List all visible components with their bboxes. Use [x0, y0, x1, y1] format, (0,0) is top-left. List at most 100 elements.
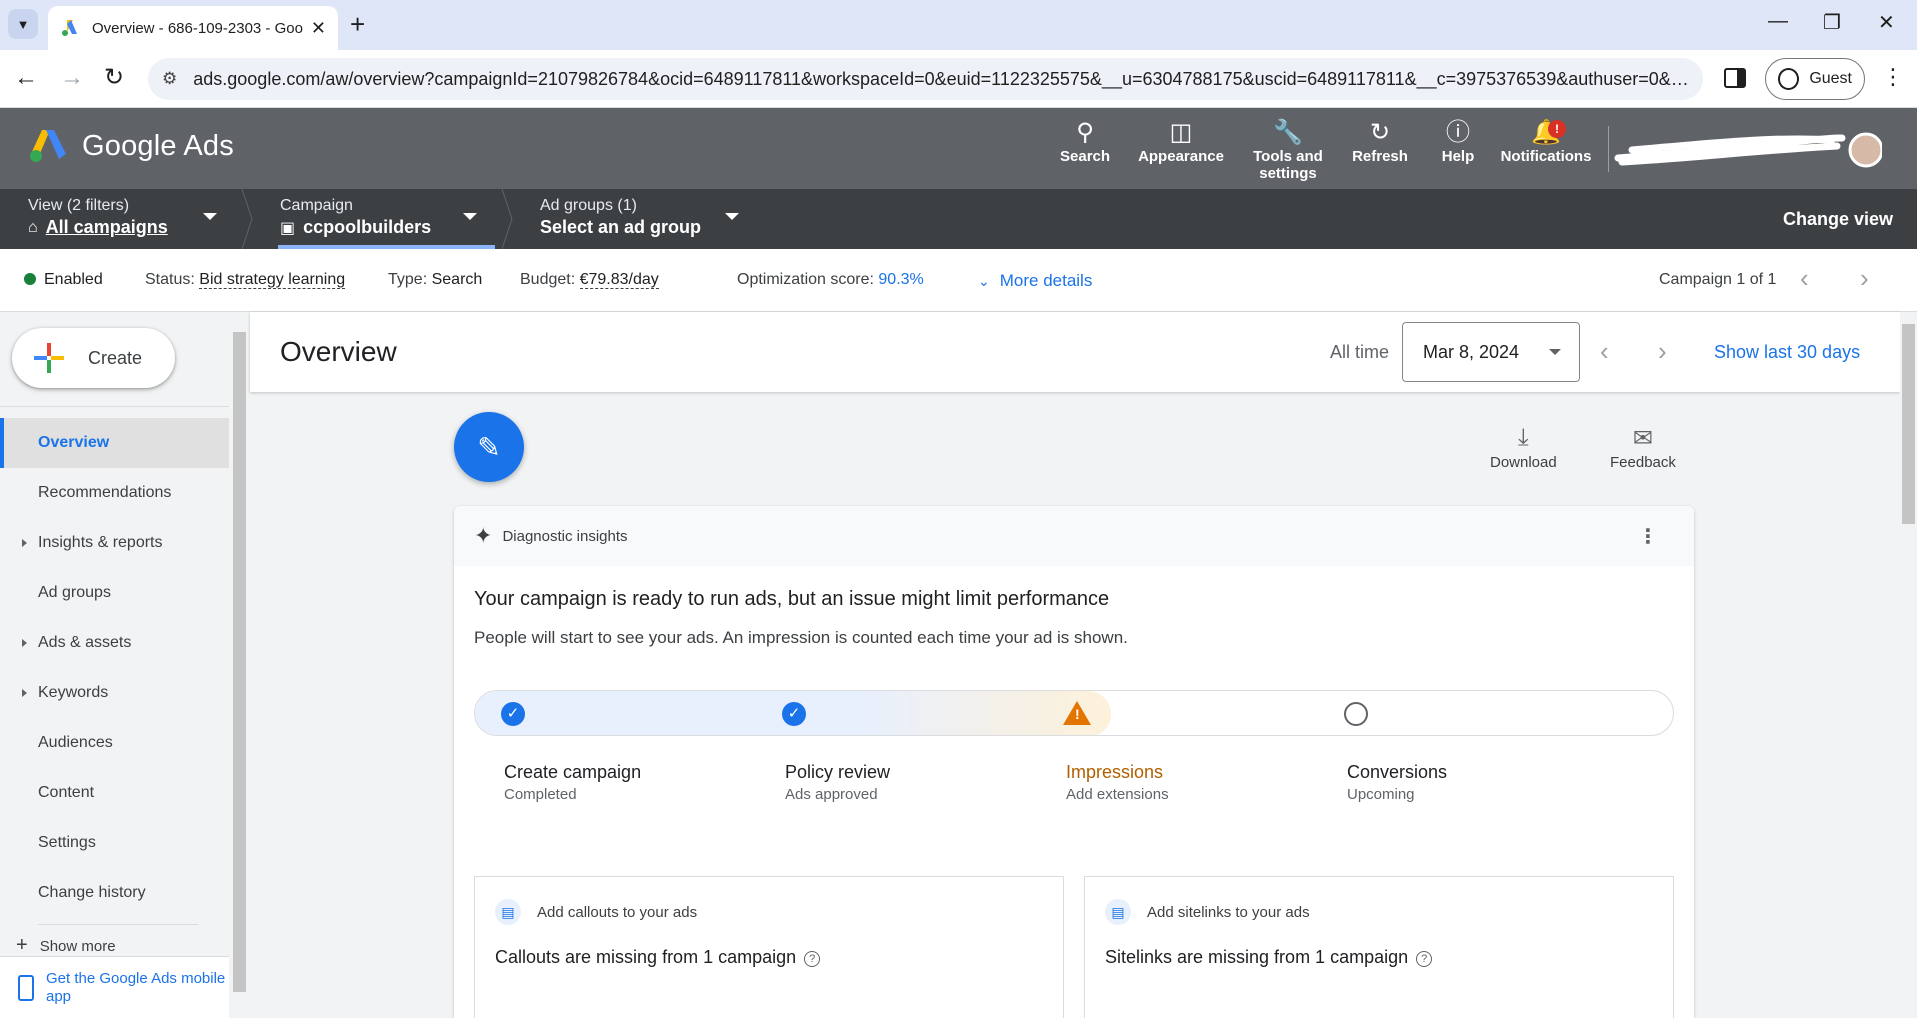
help-icon: ⓘ — [1446, 119, 1470, 146]
home-icon: ⌂ — [28, 218, 38, 236]
tab-title: Overview - 686-109-2303 - Goo — [92, 19, 303, 37]
step-impressions[interactable]: Impressions Add extensions — [1066, 762, 1169, 803]
budget: Budget: €79.83/day — [520, 271, 659, 289]
campaign-filter[interactable]: Campaign ▣ ccpoolbuilders — [280, 197, 431, 238]
next-campaign-icon[interactable]: › — [1860, 263, 1869, 294]
sidebar-item-insights-reports[interactable]: Insights & reports — [0, 518, 229, 568]
sidebar-item-change-history[interactable]: Change history — [0, 868, 229, 918]
sidebar-item-ads-assets[interactable]: Ads & assets — [0, 618, 229, 668]
address-bar-row: ← → ↻ ⚙ ads.google.com/aw/overview?campa… — [0, 50, 1917, 108]
profile-button[interactable]: Guest — [1765, 58, 1865, 100]
sidebar-item-content[interactable]: Content — [0, 768, 229, 818]
side-panel-icon[interactable] — [1724, 68, 1746, 88]
back-icon[interactable]: ← — [14, 64, 38, 92]
new-tab-icon[interactable]: + — [350, 11, 365, 37]
adgroup-dropdown-icon[interactable] — [725, 213, 739, 220]
upcoming-circle-icon — [1344, 702, 1368, 726]
chevron-down-icon: ⌄ — [978, 273, 990, 289]
profile-icon — [1778, 68, 1800, 90]
sidebar-divider — [0, 406, 229, 407]
forward-icon[interactable]: → — [60, 64, 84, 92]
step-policy-review[interactable]: Policy review Ads approved — [785, 762, 890, 803]
tab-search-button[interactable]: ▼ — [8, 9, 38, 39]
site-info-icon[interactable]: ⚙ — [162, 69, 177, 89]
enabled-dot-icon — [24, 273, 36, 285]
url-text: ads.google.com/aw/overview?campaignId=21… — [193, 68, 1689, 89]
reload-icon[interactable]: ↻ — [104, 64, 124, 92]
close-tab-icon[interactable]: ✕ — [311, 18, 326, 39]
prev-period-icon[interactable]: ‹ — [1600, 336, 1609, 367]
optimization-score-value[interactable]: 90.3% — [878, 271, 923, 288]
help-icon[interactable]: ? — [1416, 951, 1433, 967]
sidebar-item-keywords[interactable]: Keywords — [0, 668, 229, 718]
date-range-selector[interactable]: Mar 8, 2024 — [1402, 322, 1580, 382]
sitelinks-card[interactable]: ▤ Add sitelinks to your ads Sitelinks ar… — [1084, 876, 1674, 1018]
sidebar-item-audiences[interactable]: Audiences — [0, 718, 229, 768]
campaign-type: Type: Search — [388, 271, 483, 288]
restore-icon[interactable]: ❐ — [1823, 10, 1841, 35]
extension-icon: ▤ — [495, 899, 521, 925]
browser-menu-icon[interactable]: ⋮ — [1882, 64, 1904, 90]
sidebar-item-overview[interactable]: Overview — [0, 418, 229, 468]
campaign-status-bar: Enabled Status: Bid strategy learning Ty… — [0, 249, 1917, 312]
header-appearance-button[interactable]: ◫ Appearance — [1136, 118, 1226, 165]
view-dropdown-icon[interactable] — [203, 213, 217, 220]
expand-arrow-icon — [22, 639, 27, 647]
campaign-dropdown-icon[interactable] — [463, 213, 477, 220]
sidebar-item-ad-groups[interactable]: Ad groups — [0, 568, 229, 618]
notification-badge: ! — [1548, 120, 1566, 138]
sidebar-item-settings[interactable]: Settings — [0, 818, 229, 868]
sidebar-item-recommendations[interactable]: Recommendations — [0, 468, 229, 518]
minimize-icon[interactable]: — — [1768, 10, 1788, 33]
sparkle-icon: ✦ — [474, 523, 493, 548]
feedback-button[interactable]: ✉ Feedback — [1610, 424, 1676, 471]
main-scrollbar[interactable] — [1900, 312, 1917, 1018]
sidebar-scrollbar[interactable] — [229, 312, 250, 1018]
wrench-icon: 🔧 — [1273, 119, 1303, 146]
enabled-status[interactable]: Enabled — [24, 271, 103, 289]
campaign-progress-track: ✓ ✓ ! — [474, 690, 1674, 736]
left-navigation: Create Overview Recommendations Insights… — [0, 312, 229, 1018]
change-view-button[interactable]: Change view — [1783, 209, 1893, 230]
header-notifications-button[interactable]: 🔔 ! Notifications — [1496, 118, 1596, 165]
get-mobile-app-link[interactable]: Get the Google Ads mobile app — [0, 956, 229, 1018]
show-more-button[interactable]: + Show more — [16, 934, 116, 957]
header-divider — [1608, 126, 1609, 172]
header-tools-button[interactable]: 🔧 Tools and settings — [1248, 118, 1328, 182]
account-redacted[interactable] — [1612, 128, 1882, 172]
step-conversions[interactable]: Conversions Upcoming — [1347, 762, 1447, 803]
adgroup-filter[interactable]: Ad groups (1) Select an ad group — [540, 197, 701, 238]
create-button[interactable]: Create — [12, 328, 175, 388]
download-button[interactable]: ⤓ Download — [1490, 424, 1557, 471]
sidebar-scroll-thumb[interactable] — [233, 332, 246, 992]
google-ads-logo-icon — [30, 130, 66, 162]
plus-icon: + — [16, 934, 28, 956]
caret-down-icon — [1549, 349, 1561, 355]
breadcrumb-separator — [241, 189, 253, 249]
header-refresh-button[interactable]: ↻ Refresh — [1350, 118, 1410, 165]
more-details-button[interactable]: ⌄ More details — [978, 271, 1092, 291]
callouts-card[interactable]: ▤ Add callouts to your ads Callouts are … — [474, 876, 1064, 1018]
search-icon: ⚲ — [1076, 119, 1094, 146]
show-last-30-days-link[interactable]: Show last 30 days — [1714, 342, 1860, 363]
card-header: ✦ Diagnostic insights ⋮ — [454, 506, 1694, 566]
step-create-campaign[interactable]: Create campaign Completed — [504, 762, 641, 803]
more-options-icon[interactable]: ⋮ — [1638, 524, 1658, 549]
page-title: Overview — [280, 336, 397, 367]
next-period-icon[interactable]: › — [1658, 336, 1667, 367]
bid-status-value[interactable]: Bid strategy learning — [199, 271, 346, 289]
google-ads-logo[interactable]: Google Ads — [28, 128, 234, 164]
main-scroll-thumb[interactable] — [1902, 324, 1915, 524]
help-icon[interactable]: ? — [804, 951, 821, 967]
edit-pencil-button[interactable]: ✎ — [454, 412, 524, 482]
view-filter[interactable]: View (2 filters) ⌂ All campaigns — [28, 197, 168, 238]
diagnostic-insights-card: ✦ Diagnostic insights ⋮ Your campaign is… — [454, 506, 1694, 1018]
url-field[interactable]: ⚙ ads.google.com/aw/overview?campaignId=… — [148, 58, 1703, 100]
header-help-button[interactable]: ⓘ Help — [1438, 118, 1478, 165]
sidebar-nav-list: Overview Recommendations Insights & repo… — [0, 418, 229, 918]
close-window-icon[interactable]: ✕ — [1878, 10, 1895, 35]
prev-campaign-icon[interactable]: ‹ — [1800, 263, 1809, 294]
budget-value[interactable]: €79.83/day — [579, 271, 659, 289]
header-search-button[interactable]: ⚲ Search — [1060, 118, 1110, 165]
browser-tab[interactable]: Overview - 686-109-2303 - Goo ✕ — [48, 6, 338, 50]
